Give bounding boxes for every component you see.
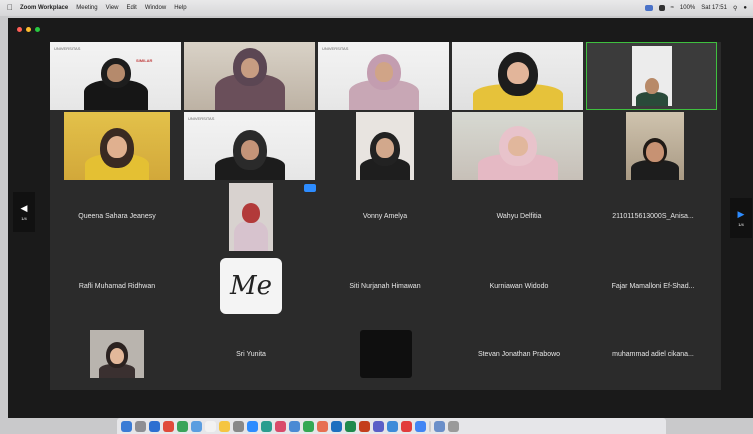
finder-icon[interactable] bbox=[121, 420, 132, 432]
app-store-icon[interactable] bbox=[289, 420, 300, 432]
video-tile[interactable] bbox=[229, 183, 273, 251]
clock[interactable]: Sat 17:51 bbox=[701, 5, 727, 11]
recording-icon[interactable] bbox=[658, 5, 665, 11]
prev-page-indicator: 1/4 bbox=[21, 216, 27, 221]
teams-icon[interactable] bbox=[373, 420, 384, 432]
participant-face bbox=[376, 138, 394, 158]
chrome-icon[interactable] bbox=[163, 420, 174, 432]
trash-icon[interactable] bbox=[448, 420, 459, 432]
participant-face bbox=[506, 62, 529, 84]
prev-page-button[interactable]: ◀ 1/4 bbox=[13, 192, 35, 232]
video-tile[interactable] bbox=[356, 112, 414, 180]
gallery-grid: UNIVERSITAS SIMILAR UNIVERSITAS UNIVERSI… bbox=[50, 42, 721, 390]
minimize-button[interactable] bbox=[26, 27, 31, 32]
window-controls bbox=[17, 27, 40, 32]
event-logo: UNIVERSITAS bbox=[322, 46, 349, 51]
video-tile[interactable] bbox=[626, 112, 684, 180]
participant-video bbox=[632, 46, 672, 106]
chevron-left-icon: ◀ bbox=[20, 203, 28, 213]
menu-meeting[interactable]: Meeting bbox=[76, 5, 97, 11]
video-tile[interactable]: UNIVERSITAS SIMILAR bbox=[50, 42, 181, 110]
video-tile[interactable] bbox=[452, 42, 583, 110]
participant-name-tile[interactable]: Sri Yunita bbox=[184, 320, 318, 388]
participant-face bbox=[645, 78, 659, 94]
profile-picture-me[interactable]: Me bbox=[220, 258, 282, 314]
participant-name-tile[interactable]: Fajar Mamalloni Ef-Shad... bbox=[586, 252, 720, 320]
video-tile[interactable] bbox=[90, 330, 144, 378]
participant-face bbox=[107, 136, 127, 158]
video-tile-active-speaker[interactable] bbox=[586, 42, 717, 110]
control-center-icon[interactable]: ● bbox=[743, 5, 747, 11]
video-tile[interactable]: UNIVERSITAS bbox=[184, 112, 315, 180]
participant-face bbox=[106, 64, 125, 82]
battery-percent[interactable]: 100% bbox=[680, 5, 695, 11]
participant-name-tile[interactable]: Siti Nurjanah Himawan bbox=[318, 252, 452, 320]
app-icon[interactable] bbox=[401, 420, 412, 432]
app-icon[interactable] bbox=[261, 420, 272, 432]
participant-body bbox=[636, 92, 668, 106]
wifi-icon[interactable]: ≈ bbox=[671, 5, 674, 11]
menu-help[interactable]: Help bbox=[174, 5, 186, 11]
mail-icon[interactable] bbox=[191, 420, 202, 432]
system-preferences-icon[interactable] bbox=[233, 420, 244, 432]
close-button[interactable] bbox=[17, 27, 22, 32]
participant-face bbox=[110, 348, 124, 364]
participant-face bbox=[240, 58, 259, 78]
apple-icon[interactable]:  bbox=[6, 4, 14, 12]
notes-icon[interactable] bbox=[219, 420, 230, 432]
launchpad-icon[interactable] bbox=[135, 420, 146, 432]
downloads-icon[interactable] bbox=[434, 420, 445, 432]
participant-name-tile[interactable]: Kurniawan Widodo bbox=[452, 252, 586, 320]
screen-share-badge bbox=[304, 184, 316, 192]
messages-icon[interactable] bbox=[177, 420, 188, 432]
calendar-icon[interactable] bbox=[205, 420, 216, 432]
menu-edit[interactable]: Edit bbox=[127, 5, 137, 11]
video-tile-camera-off[interactable] bbox=[360, 330, 412, 378]
app-icon[interactable] bbox=[387, 420, 398, 432]
app-icon[interactable] bbox=[317, 420, 328, 432]
menu-view[interactable]: View bbox=[106, 5, 119, 11]
event-logo: UNIVERSITAS bbox=[54, 46, 81, 51]
macos-dock bbox=[117, 418, 666, 434]
excel-icon[interactable] bbox=[345, 420, 356, 432]
next-page-button[interactable]: ▶ 1/4 bbox=[730, 198, 752, 238]
video-tile[interactable]: UNIVERSITAS bbox=[318, 42, 449, 110]
participant-name-tile[interactable]: Queena Sahara Jeanesy bbox=[50, 182, 184, 250]
macos-menubar:  Zoom Workplace Meeting View Edit Windo… bbox=[0, 0, 753, 16]
zoom-window: ◀ 1/4 ▶ 1/4 UNIVERSITAS SIMILAR UNIVERSI… bbox=[8, 18, 753, 418]
participant-name-tile[interactable]: Wahyu Delfitia bbox=[452, 182, 586, 250]
zoom-app-icon[interactable] bbox=[247, 420, 258, 432]
next-page-indicator: 1/4 bbox=[738, 222, 744, 227]
dock-divider bbox=[429, 420, 431, 432]
participant-head bbox=[242, 203, 260, 223]
participant-name-tile[interactable]: Rafli Muhamad Ridhwan bbox=[50, 252, 184, 320]
participant-name-tile[interactable]: muhammad adiel cikana... bbox=[586, 320, 720, 388]
participant-face bbox=[646, 142, 664, 162]
powerpoint-icon[interactable] bbox=[359, 420, 370, 432]
chevron-right-icon: ▶ bbox=[737, 209, 745, 219]
event-logo: UNIVERSITAS bbox=[188, 116, 215, 121]
menu-app-name[interactable]: Zoom Workplace bbox=[20, 5, 68, 11]
participant-name-tile[interactable]: Stevan Jonathan Prabowo bbox=[452, 320, 586, 388]
menubar-status: ≈ 100% Sat 17:51 ⚲ ● bbox=[644, 5, 753, 12]
zoom-button[interactable] bbox=[35, 27, 40, 32]
participant-face bbox=[507, 136, 528, 156]
video-tile[interactable] bbox=[452, 112, 583, 180]
participant-name-tile[interactable]: Vonny Amelya bbox=[318, 182, 452, 250]
music-icon[interactable] bbox=[275, 420, 286, 432]
participant-face bbox=[374, 62, 393, 82]
search-icon[interactable]: ⚲ bbox=[733, 5, 737, 12]
word-icon[interactable] bbox=[331, 420, 342, 432]
video-tile[interactable] bbox=[64, 112, 170, 180]
menu-window[interactable]: Window bbox=[145, 5, 166, 11]
event-badge: SIMILAR bbox=[136, 58, 153, 63]
video-tile[interactable] bbox=[184, 42, 315, 110]
app-icon[interactable] bbox=[303, 420, 314, 432]
participant-face bbox=[240, 140, 259, 160]
participant-name-tile[interactable]: 2110115613000S_Anisa... bbox=[586, 182, 720, 250]
app-icon[interactable] bbox=[415, 420, 426, 432]
safari-icon[interactable] bbox=[149, 420, 160, 432]
zoom-status-icon[interactable] bbox=[644, 5, 653, 11]
participant-body bbox=[234, 221, 268, 251]
